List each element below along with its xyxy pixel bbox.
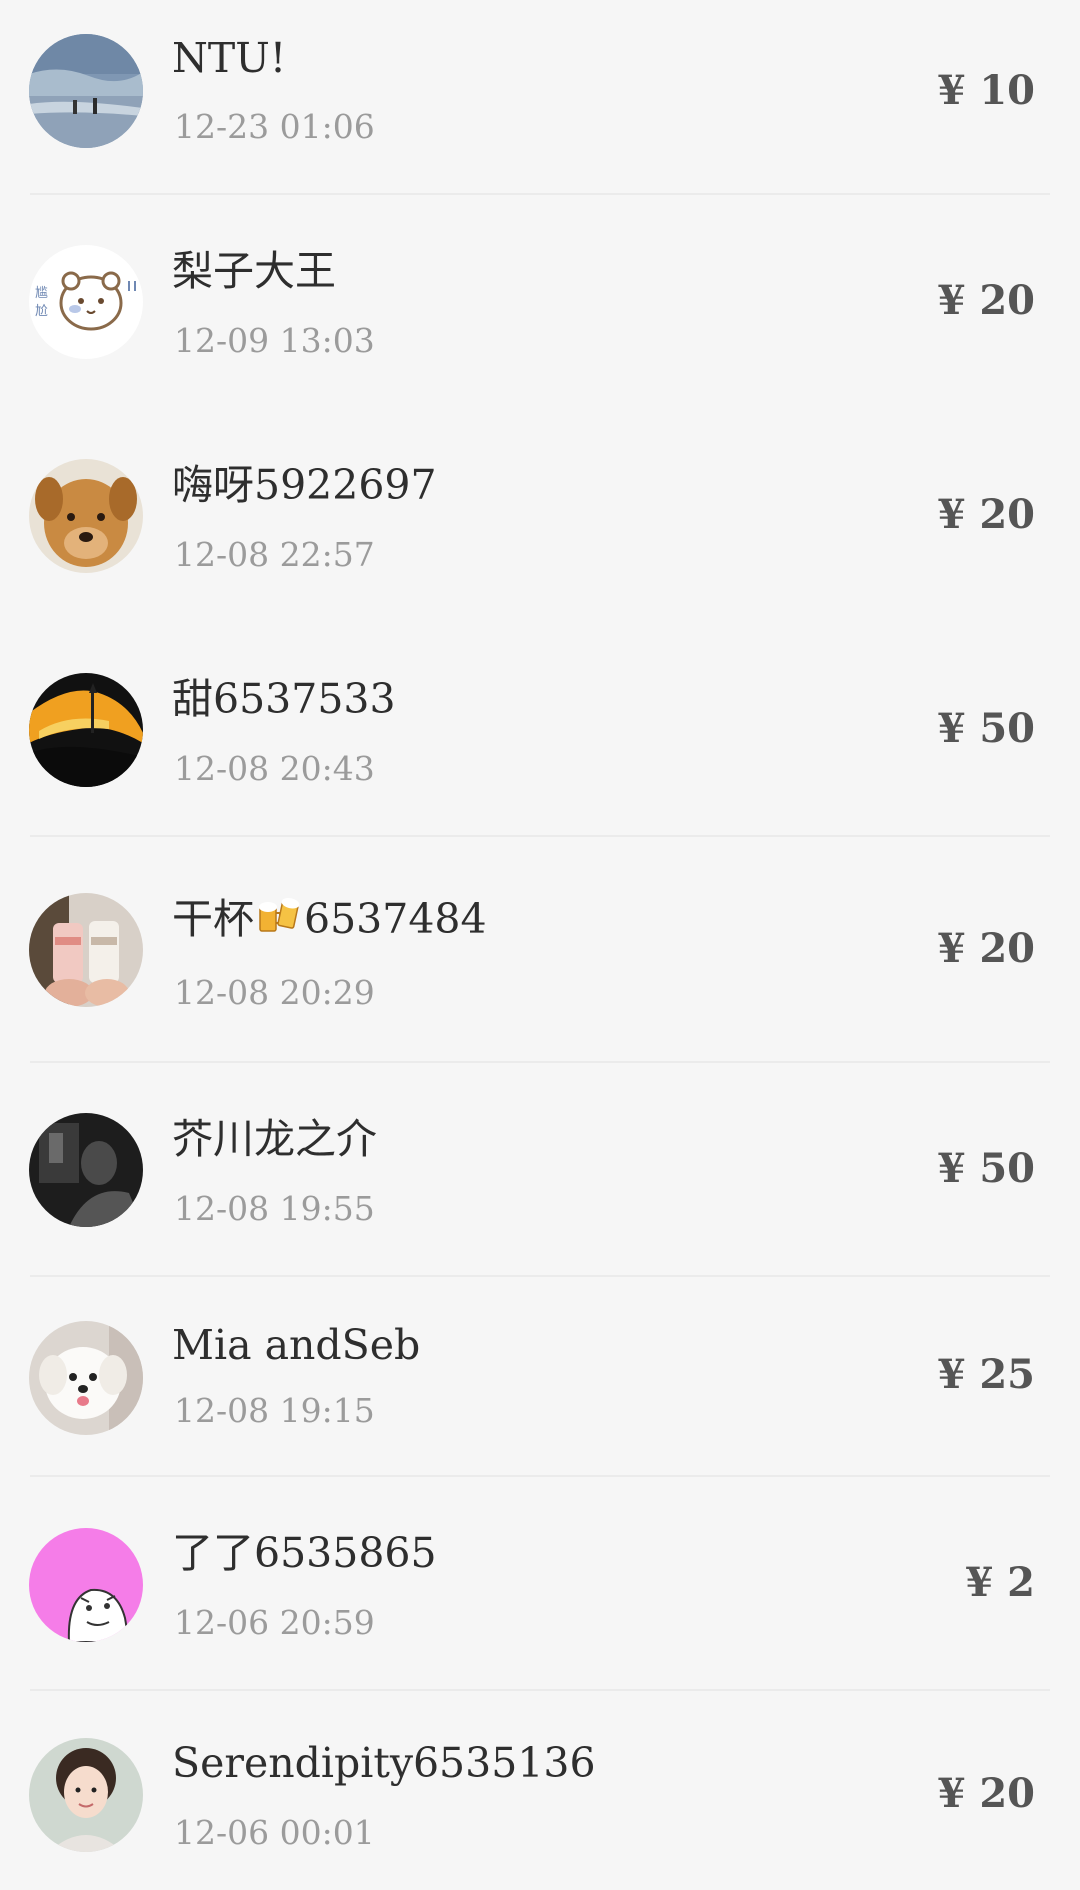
pink-cartoon-face-avatar[interactable] [29,1528,143,1642]
transaction-amount: ¥ 20 [937,925,1035,972]
transaction-time: 12-08 19:15 [174,1391,375,1430]
sender-name: 了了6535865 [172,1529,437,1577]
transaction-time: 12-08 22:57 [174,535,375,574]
sender-name-suffix: 6537484 [304,895,487,943]
dog-avatar[interactable] [29,459,143,573]
sender-name: 芥川龙之介 [172,1115,377,1163]
sender-name: 梨子大王 [172,247,336,295]
sender-name: NTU! [172,34,287,82]
sender-name-prefix: 干杯 [172,895,254,943]
list-item[interactable]: NTU! 12-23 01:06 ¥ 10 [0,0,1080,195]
transaction-amount: ¥ 50 [937,705,1035,752]
transaction-time: 12-08 19:55 [174,1189,375,1228]
list-item[interactable]: 嗨呀5922697 12-08 22:57 ¥ 20 [0,409,1080,623]
transaction-time: 12-08 20:29 [174,973,375,1012]
list-item[interactable]: 干杯 6537484 12-08 20:29 ¥ 20 [0,837,1080,1063]
sender-name: 嗨呀5922697 [172,461,437,509]
dark-photo-avatar[interactable] [29,1113,143,1227]
transaction-time: 12-08 20:43 [174,749,375,788]
transaction-amount: ¥ 10 [937,67,1035,114]
transaction-amount: ¥ 50 [937,1145,1035,1192]
transaction-amount: ¥ 20 [937,277,1035,324]
sender-name: Mia andSeb [172,1321,421,1369]
list-item[interactable]: 尴 尬 梨子大王 12-09 13:03 ¥ 20 [0,195,1080,409]
drinks-photo-avatar[interactable] [29,893,143,1007]
seaside-photo-avatar[interactable] [29,34,143,148]
transaction-amount: ¥ 25 [937,1351,1035,1398]
sunset-avatar[interactable] [29,673,143,787]
transaction-time: 12-09 13:03 [174,321,375,360]
transaction-list: NTU! 12-23 01:06 ¥ 10 尴 尬 梨子大王 12-09 13:… [0,0,1080,1890]
cartoon-bear-avatar[interactable]: 尴 尬 [29,245,143,359]
transaction-amount: ¥ 20 [937,491,1035,538]
list-item[interactable]: Serendipity6535136 12-06 00:01 ¥ 20 [0,1691,1080,1890]
transaction-amount: ¥ 2 [965,1559,1035,1606]
sender-name: 甜6537533 [172,675,396,723]
transaction-time: 12-06 20:59 [174,1603,375,1642]
white-puppy-avatar[interactable] [29,1321,143,1435]
svg-text:尴: 尴 [35,286,48,301]
list-item[interactable]: 了了6535865 12-06 20:59 ¥ 2 [0,1477,1080,1691]
list-item[interactable]: 甜6537533 12-08 20:43 ¥ 50 [0,623,1080,837]
svg-text:尬: 尬 [35,304,48,319]
transaction-time: 12-06 00:01 [174,1813,375,1852]
transaction-amount: ¥ 20 [937,1770,1035,1817]
list-item[interactable]: 芥川龙之介 12-08 19:55 ¥ 50 [0,1063,1080,1277]
girl-portrait-avatar[interactable] [29,1738,143,1852]
list-item[interactable]: Mia andSeb 12-08 19:15 ¥ 25 [0,1277,1080,1477]
sender-name: 干杯 6537484 [172,895,487,943]
sender-name: Serendipity6535136 [172,1739,596,1787]
transaction-time: 12-23 01:06 [174,107,375,146]
beer-mugs-icon [259,898,300,932]
